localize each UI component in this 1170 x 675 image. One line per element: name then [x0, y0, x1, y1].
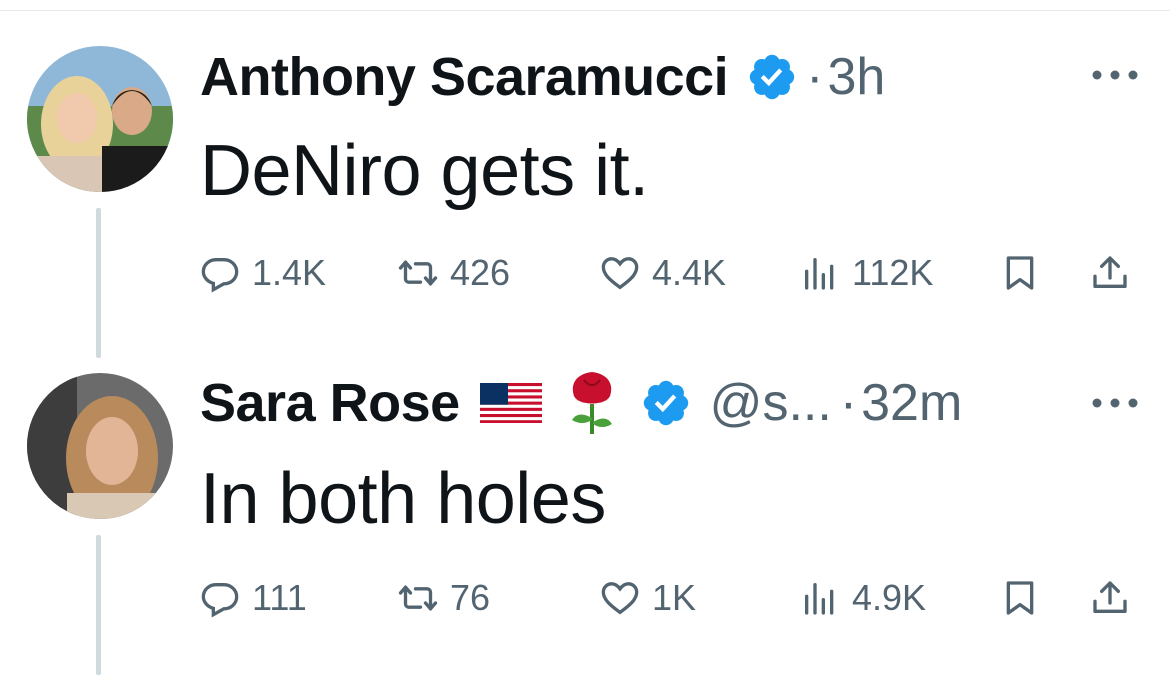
- separator-dot: ·: [806, 48, 824, 106]
- action-bar: 111 76 1K 4.9K: [200, 573, 1140, 623]
- verified-badge-icon: [746, 51, 798, 103]
- rose-icon: [562, 370, 622, 436]
- tweet-text: In both holes: [200, 459, 606, 539]
- like-count: 1K: [652, 577, 697, 618]
- author-name[interactable]: Anthony Scaramucci: [200, 46, 729, 108]
- timestamp[interactable]: 32m: [861, 373, 962, 433]
- like-button[interactable]: 4.4K: [600, 248, 726, 298]
- us-flag-icon: [479, 383, 542, 423]
- handle[interactable]: @s...: [710, 373, 832, 433]
- like-button[interactable]: 1K: [600, 573, 696, 623]
- views-count: 4.9K: [852, 577, 927, 618]
- tweet[interactable]: Anthony Scaramucci · 3h DeNiro gets it. …: [0, 0, 1170, 330]
- more-icon[interactable]: [1090, 396, 1140, 410]
- tweet[interactable]: Sara Rose @s... · 32m In both holes 111 …: [0, 360, 1170, 671]
- more-icon[interactable]: [1090, 68, 1140, 82]
- avatar[interactable]: [27, 46, 173, 192]
- share-icon: [1093, 256, 1127, 288]
- reply-count: 1.4K: [252, 252, 327, 293]
- bookmark-icon: [1006, 256, 1034, 290]
- views-icon: [805, 583, 834, 615]
- verified-badge-icon: [640, 377, 692, 429]
- like-count: 4.4K: [652, 252, 727, 293]
- retweet-icon: [398, 260, 438, 286]
- tweet-header: Sara Rose @s... · 32m: [200, 368, 962, 438]
- retweet-button[interactable]: 426: [398, 248, 510, 298]
- avatar[interactable]: [27, 373, 173, 519]
- views-button[interactable]: 4.9K: [800, 573, 926, 623]
- retweet-button[interactable]: 76: [398, 573, 490, 623]
- retweet-count: 426: [450, 252, 511, 293]
- reply-count: 111: [252, 577, 307, 618]
- share-button[interactable]: [1090, 573, 1130, 623]
- author-name[interactable]: Sara Rose: [200, 372, 460, 434]
- separator-dot: ·: [839, 374, 858, 432]
- bookmark-icon: [1006, 581, 1034, 615]
- views-icon: [805, 258, 834, 290]
- timestamp[interactable]: 3h: [827, 47, 885, 107]
- tweet-text: DeNiro gets it.: [200, 131, 649, 211]
- retweet-count: 76: [450, 577, 491, 618]
- bookmark-button[interactable]: [1000, 248, 1040, 298]
- like-icon: [601, 582, 639, 615]
- views-count: 112K: [852, 252, 934, 293]
- reply-icon: [201, 583, 239, 618]
- reply-button[interactable]: 111: [200, 573, 307, 623]
- reply-icon: [201, 258, 239, 293]
- bookmark-button[interactable]: [1000, 573, 1040, 623]
- share-icon: [1093, 581, 1127, 613]
- tweet-header: Anthony Scaramucci · 3h: [200, 44, 885, 110]
- views-button[interactable]: 112K: [800, 248, 933, 298]
- reply-button[interactable]: 1.4K: [200, 248, 326, 298]
- retweet-icon: [398, 585, 438, 611]
- share-button[interactable]: [1090, 248, 1130, 298]
- action-bar: 1.4K 426 4.4K 112K: [200, 248, 1140, 298]
- like-icon: [601, 257, 639, 290]
